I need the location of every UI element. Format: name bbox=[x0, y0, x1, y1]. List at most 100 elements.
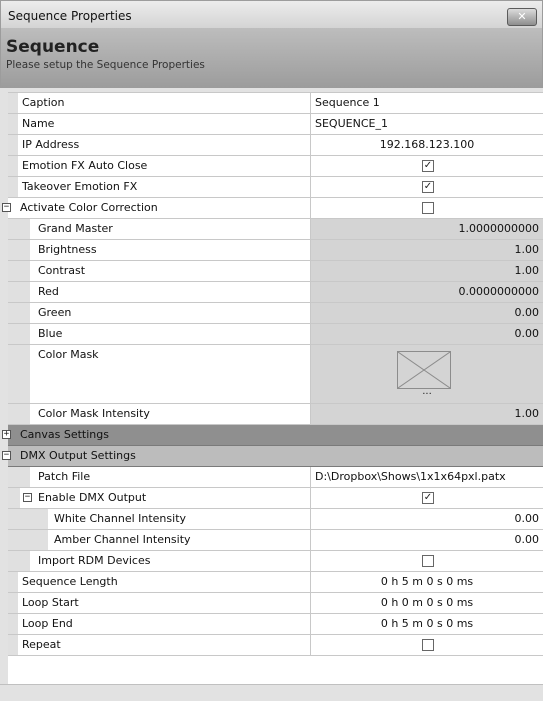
collapse-icon[interactable]: − bbox=[2, 203, 11, 212]
row-label: IP Address bbox=[22, 138, 80, 151]
category-dmx-output-settings[interactable]: − DMX Output Settings bbox=[2, 446, 543, 467]
header-title: Sequence bbox=[6, 37, 100, 57]
dialog-footer bbox=[0, 684, 543, 701]
value-cell bbox=[311, 635, 543, 655]
sequence-length-input[interactable]: 0 h 5 m 0 s 0 ms bbox=[311, 572, 543, 592]
row-enable-dmx-output[interactable]: − Enable DMX Output ✓ bbox=[8, 488, 543, 509]
row-indent bbox=[8, 345, 30, 403]
row-caption[interactable]: Caption Sequence 1 bbox=[8, 93, 543, 114]
window-title: Sequence Properties bbox=[8, 9, 132, 23]
row-activate-color-correction[interactable]: − Activate Color Correction bbox=[2, 198, 543, 219]
ip-address-input[interactable]: 192.168.123.100 bbox=[311, 135, 543, 155]
row-indent bbox=[8, 93, 18, 113]
row-indent bbox=[8, 240, 30, 260]
row-label: Repeat bbox=[22, 638, 61, 651]
category-label: DMX Output Settings bbox=[20, 449, 136, 462]
row-sequence-length[interactable]: Sequence Length 0 h 5 m 0 s 0 ms bbox=[8, 572, 543, 593]
expand-icon[interactable]: + bbox=[2, 430, 11, 439]
row-label: Activate Color Correction bbox=[20, 201, 158, 214]
row-indent bbox=[8, 551, 30, 571]
row-indent bbox=[8, 114, 18, 134]
row-indent bbox=[8, 156, 18, 176]
row-label: Enable DMX Output bbox=[38, 491, 147, 504]
row-indent bbox=[8, 219, 30, 239]
loop-end-input[interactable]: 0 h 5 m 0 s 0 ms bbox=[311, 614, 543, 634]
color-mask-cell[interactable]: ... bbox=[311, 345, 543, 403]
row-import-rdm-devices[interactable]: Import RDM Devices bbox=[8, 551, 543, 572]
row-label: Blue bbox=[38, 327, 63, 340]
color-mask-intensity-value: 1.00 bbox=[311, 404, 543, 424]
row-indent bbox=[8, 303, 30, 323]
row-indent bbox=[8, 572, 18, 592]
contrast-value: 1.00 bbox=[311, 261, 543, 281]
row-label: Contrast bbox=[38, 264, 86, 277]
row-contrast[interactable]: Contrast 1.00 bbox=[8, 261, 543, 282]
import-rdm-devices-checkbox[interactable] bbox=[422, 555, 434, 567]
row-repeat[interactable]: Repeat bbox=[8, 635, 543, 656]
amber-channel-intensity-input[interactable]: 0.00 bbox=[311, 530, 543, 550]
row-indent bbox=[8, 530, 48, 550]
row-label: Red bbox=[38, 285, 59, 298]
row-label: Color Mask Intensity bbox=[38, 407, 150, 420]
white-channel-intensity-input[interactable]: 0.00 bbox=[311, 509, 543, 529]
grid-margin bbox=[0, 88, 8, 684]
row-label: Brightness bbox=[38, 243, 97, 256]
browse-ellipsis-button[interactable]: ... bbox=[311, 387, 543, 397]
row-label: Import RDM Devices bbox=[38, 554, 151, 567]
row-green[interactable]: Green 0.00 bbox=[8, 303, 543, 324]
empty-image-icon bbox=[397, 351, 451, 389]
grand-master-value: 1.0000000000 bbox=[311, 219, 543, 239]
row-indent bbox=[8, 177, 18, 197]
row-label: White Channel Intensity bbox=[54, 512, 187, 525]
value-cell bbox=[311, 198, 543, 218]
row-loop-start[interactable]: Loop Start 0 h 0 m 0 s 0 ms bbox=[8, 593, 543, 614]
row-indent bbox=[8, 467, 30, 487]
row-label: Takeover Emotion FX bbox=[22, 180, 138, 193]
loop-start-input[interactable]: 0 h 0 m 0 s 0 ms bbox=[311, 593, 543, 613]
row-takeover-emotion-fx[interactable]: Takeover Emotion FX ✓ bbox=[8, 177, 543, 198]
collapse-icon[interactable]: − bbox=[2, 451, 11, 460]
row-white-channel-intensity[interactable]: White Channel Intensity 0.00 bbox=[8, 509, 543, 530]
row-grand-master[interactable]: Grand Master 1.0000000000 bbox=[8, 219, 543, 240]
patch-file-input[interactable]: D:\Dropbox\Shows\1x1x64pxl.patx bbox=[311, 467, 543, 487]
row-label: Emotion FX Auto Close bbox=[22, 159, 148, 172]
emotion-fx-auto-close-checkbox[interactable]: ✓ bbox=[422, 160, 434, 172]
row-label: Green bbox=[38, 306, 72, 319]
takeover-emotion-fx-checkbox[interactable]: ✓ bbox=[422, 181, 434, 193]
row-label: Sequence Length bbox=[22, 575, 118, 588]
row-loop-end[interactable]: Loop End 0 h 5 m 0 s 0 ms bbox=[8, 614, 543, 635]
row-indent bbox=[8, 593, 18, 613]
row-blue[interactable]: Blue 0.00 bbox=[8, 324, 543, 345]
row-patch-file[interactable]: Patch File D:\Dropbox\Shows\1x1x64pxl.pa… bbox=[8, 467, 543, 488]
enable-dmx-output-checkbox[interactable]: ✓ bbox=[422, 492, 434, 504]
caption-input[interactable]: Sequence 1 bbox=[311, 93, 543, 113]
close-button[interactable]: ✕ bbox=[507, 8, 537, 26]
row-indent bbox=[8, 404, 30, 424]
row-label: Grand Master bbox=[38, 222, 113, 235]
row-amber-channel-intensity[interactable]: Amber Channel Intensity 0.00 bbox=[8, 530, 543, 551]
red-value: 0.0000000000 bbox=[311, 282, 543, 302]
value-cell: ✓ bbox=[311, 488, 543, 508]
row-brightness[interactable]: Brightness 1.00 bbox=[8, 240, 543, 261]
property-grid: Caption Sequence 1 Name SEQUENCE_1 IP Ad… bbox=[2, 92, 543, 656]
row-color-mask-intensity[interactable]: Color Mask Intensity 1.00 bbox=[8, 404, 543, 425]
row-indent bbox=[8, 135, 18, 155]
row-name[interactable]: Name SEQUENCE_1 bbox=[8, 114, 543, 135]
row-color-mask[interactable]: Color Mask ... bbox=[8, 345, 543, 404]
value-cell: ✓ bbox=[311, 177, 543, 197]
row-ip-address[interactable]: IP Address 192.168.123.100 bbox=[8, 135, 543, 156]
title-bar: Sequence Properties ✕ bbox=[0, 0, 543, 29]
repeat-checkbox[interactable] bbox=[422, 639, 434, 651]
row-emotion-fx-auto-close[interactable]: Emotion FX Auto Close ✓ bbox=[8, 156, 543, 177]
row-indent bbox=[8, 261, 30, 281]
close-icon: ✕ bbox=[517, 10, 527, 23]
header-subtitle: Please setup the Sequence Properties bbox=[6, 59, 205, 71]
category-canvas-settings[interactable]: + Canvas Settings bbox=[2, 425, 543, 446]
collapse-icon[interactable]: − bbox=[23, 493, 32, 502]
row-red[interactable]: Red 0.0000000000 bbox=[8, 282, 543, 303]
row-indent bbox=[8, 324, 30, 344]
header-panel: Sequence Please setup the Sequence Prope… bbox=[0, 28, 543, 88]
activate-color-correction-checkbox[interactable] bbox=[422, 202, 434, 214]
name-input[interactable]: SEQUENCE_1 bbox=[311, 114, 543, 134]
value-cell bbox=[311, 551, 543, 571]
